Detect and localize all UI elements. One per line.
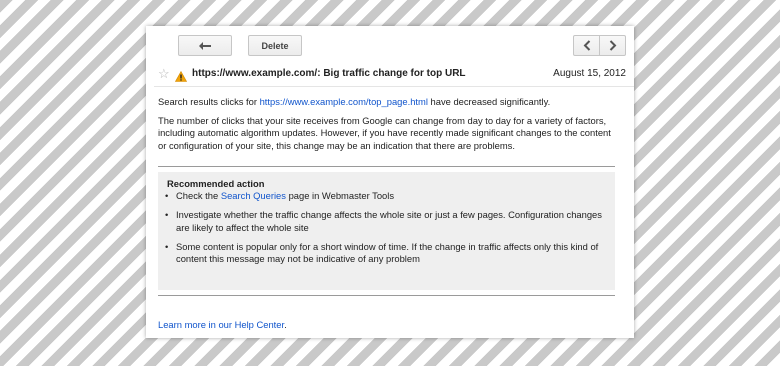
message-subject: https://www.example.com/: Big traffic ch… [192, 68, 466, 79]
previous-message-button[interactable] [573, 35, 600, 56]
recommended-action-title: Recommended action [167, 178, 265, 189]
bullet: • [165, 209, 169, 221]
subject-divider [154, 86, 634, 87]
list-item-text: Some content is popular only for a short… [176, 240, 599, 265]
warning-triangle-icon [174, 69, 188, 82]
section-divider-bottom [158, 295, 615, 296]
clicks-summary-suffix: have decreased significantly. [427, 96, 551, 107]
message-toolbar: Delete [146, 26, 634, 66]
list-item-text: page in Webmaster Tools [285, 190, 395, 201]
back-button[interactable] [178, 35, 232, 56]
subject-row: ☆ https://www.example.com/: Big traffic … [146, 66, 634, 86]
bullet: • [165, 240, 169, 252]
chevron-left-icon [583, 40, 591, 51]
page-background: { "toolbar": { "back_icon": "reply-arrow… [0, 0, 780, 366]
section-divider-top [158, 166, 615, 167]
help-center-link[interactable]: Learn more in our Help Center [158, 319, 284, 330]
list-item: • Some content is popular only for a shor… [162, 241, 602, 266]
reply-arrow-icon [199, 41, 211, 50]
list-item: • Check the Search Queries page in Webmas… [162, 190, 602, 202]
next-message-button[interactable] [599, 35, 626, 56]
message-date: August 15, 2012 [553, 68, 626, 79]
clicks-summary: Search results clicks for https://www.ex… [158, 96, 618, 108]
chevron-right-icon [609, 40, 617, 51]
clicks-explanation: The number of clicks that your site rece… [158, 115, 611, 151]
bullet: • [165, 190, 169, 201]
list-item: • Investigate whether the traffic change … [162, 209, 602, 234]
help-footer: Learn more in our Help Center. [158, 319, 287, 330]
search-queries-link[interactable]: Search Queries [221, 190, 286, 201]
recommended-action-box: Recommended action • Check the Search Que… [158, 172, 615, 290]
list-item-text: Check the [176, 190, 221, 201]
top-page-link[interactable]: https://www.example.com/top_page.html [260, 96, 428, 107]
list-item-text: Investigate whether the traffic change a… [176, 209, 602, 233]
delete-button[interactable]: Delete [248, 35, 302, 56]
message-card: Delete ☆ https://www.example.com/: Big t… [146, 26, 634, 338]
star-outline-icon[interactable]: ☆ [158, 66, 170, 82]
recommended-action-list: • Check the Search Queries page in Webmas… [162, 190, 602, 265]
footer-period: . [284, 319, 287, 330]
clicks-summary-prefix: Search results clicks for [158, 96, 260, 107]
